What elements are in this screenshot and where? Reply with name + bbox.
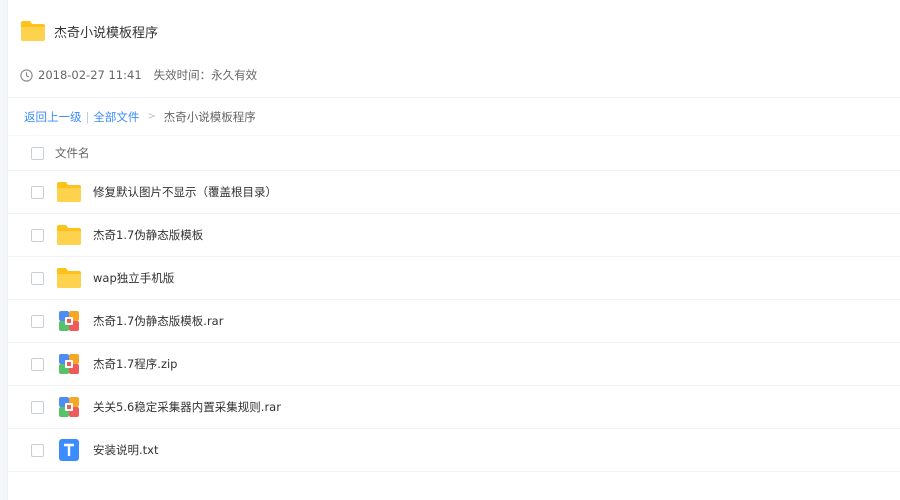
back-link[interactable]: 返回上一级	[24, 109, 82, 125]
breadcrumb-arrow-icon: >	[147, 111, 156, 122]
share-title: 杰奇小说模板程序	[54, 25, 159, 41]
folder-icon	[56, 180, 82, 204]
archive-icon	[56, 352, 82, 376]
file-list-header: 文件名	[8, 136, 900, 171]
breadcrumb-divider: |	[85, 109, 90, 124]
list-item[interactable]: 杰奇1.7伪静态版模板.rar	[8, 300, 900, 343]
file-name[interactable]: 安装说明.txt	[93, 442, 158, 458]
select-all-checkbox[interactable]	[31, 146, 44, 160]
archive-icon	[56, 395, 82, 419]
row-checkbox[interactable]	[31, 443, 44, 457]
share-header: 杰奇小说模板程序 2018-02-27 11:41 失效时间：永久有效	[8, 0, 900, 98]
title-row: 杰奇小说模板程序	[20, 0, 900, 62]
row-checkbox[interactable]	[31, 228, 44, 242]
file-name[interactable]: wap独立手机版	[93, 270, 174, 286]
list-item[interactable]: 杰奇1.7伪静态版模板	[8, 214, 900, 257]
text-file-icon	[56, 438, 82, 462]
clock-icon	[20, 68, 33, 82]
share-panel: 杰奇小说模板程序 2018-02-27 11:41 失效时间：永久有效 返回上一…	[8, 0, 900, 500]
list-item[interactable]: 修复默认图片不显示（覆盖根目录）	[8, 171, 900, 214]
share-meta: 2018-02-27 11:41 失效时间：永久有效	[20, 62, 900, 88]
column-header-filename: 文件名	[55, 146, 90, 160]
share-expiry: 失效时间：永久有效	[153, 68, 258, 82]
file-name[interactable]: 修复默认图片不显示（覆盖根目录）	[93, 184, 277, 200]
archive-icon	[56, 309, 82, 333]
row-checkbox[interactable]	[31, 400, 44, 414]
folder-icon	[56, 223, 82, 247]
all-files-link[interactable]: 全部文件	[93, 109, 139, 125]
left-rail	[0, 0, 8, 500]
row-checkbox[interactable]	[31, 271, 44, 285]
file-list: 修复默认图片不显示（覆盖根目录） 杰奇1.7伪静态版模板 wap独立手机版 杰奇…	[8, 171, 900, 472]
breadcrumb-current: 杰奇小说模板程序	[163, 109, 256, 124]
row-checkbox[interactable]	[31, 314, 44, 328]
file-name[interactable]: 杰奇1.7伪静态版模板.rar	[93, 313, 223, 329]
list-item[interactable]: wap独立手机版	[8, 257, 900, 300]
list-item[interactable]: 杰奇1.7程序.zip	[8, 343, 900, 386]
file-name[interactable]: 关关5.6稳定采集器内置采集规则.rar	[93, 399, 281, 415]
row-checkbox[interactable]	[31, 185, 44, 199]
list-item[interactable]: 关关5.6稳定采集器内置采集规则.rar	[8, 386, 900, 429]
row-checkbox[interactable]	[31, 357, 44, 371]
breadcrumb: 返回上一级 | 全部文件 > 杰奇小说模板程序	[8, 98, 900, 136]
share-date: 2018-02-27 11:41	[38, 68, 142, 82]
folder-icon	[56, 266, 82, 290]
folder-icon	[20, 20, 46, 42]
file-name[interactable]: 杰奇1.7程序.zip	[93, 356, 177, 372]
file-name[interactable]: 杰奇1.7伪静态版模板	[93, 227, 203, 243]
list-item[interactable]: 安装说明.txt	[8, 429, 900, 472]
